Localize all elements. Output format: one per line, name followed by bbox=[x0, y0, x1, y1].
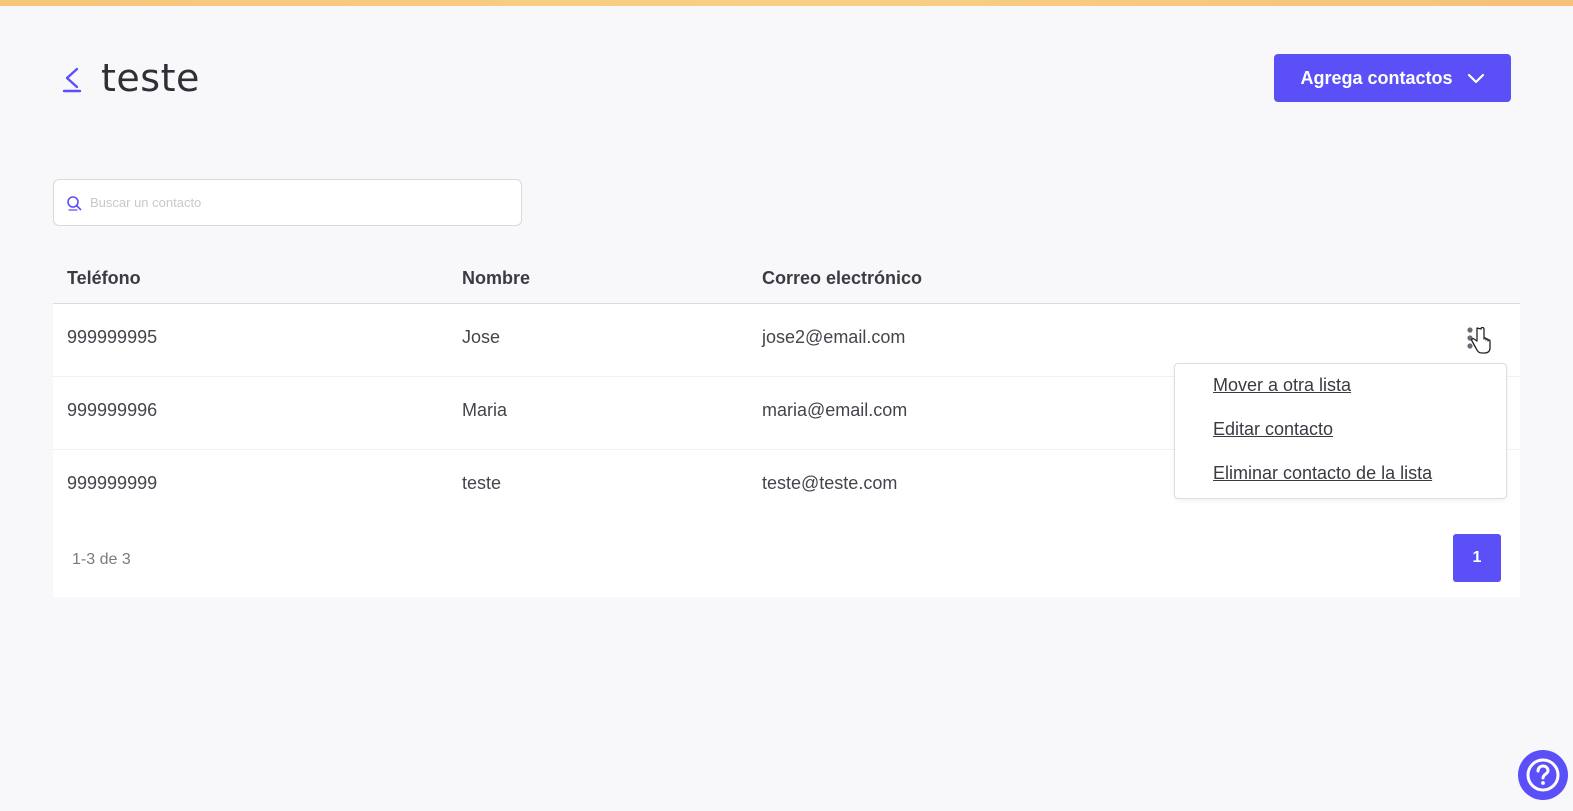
cell-phone: 999999999 bbox=[67, 473, 158, 493]
search-icon bbox=[67, 196, 82, 211]
more-vertical-icon bbox=[1467, 326, 1491, 354]
search-input[interactable] bbox=[90, 180, 510, 225]
pagination-range: 1-3 de 3 bbox=[72, 551, 131, 568]
row-menu-button[interactable] bbox=[1464, 324, 1494, 358]
help-circle-icon bbox=[1526, 758, 1560, 792]
chevron-down-icon bbox=[1467, 73, 1484, 84]
add-contacts-button[interactable]: Agrega contactos bbox=[1274, 54, 1511, 102]
cell-name: Maria bbox=[462, 400, 508, 420]
menu-item-remove-from-list[interactable]: Eliminar contacto de la lista bbox=[1213, 463, 1432, 484]
row-actions-menu: Mover a otra lista Editar contacto Elimi… bbox=[1174, 363, 1507, 499]
cell-name: teste bbox=[462, 473, 502, 493]
cell-email: maria@email.com bbox=[762, 400, 908, 420]
cell-email: teste@teste.com bbox=[762, 473, 898, 493]
table-header: Teléfono Nombre Correo electrónico bbox=[53, 254, 1520, 304]
back-button[interactable] bbox=[60, 64, 84, 94]
page-title: teste bbox=[101, 56, 200, 100]
cell-phone: 999999996 bbox=[67, 400, 158, 420]
cell-name: Jose bbox=[462, 327, 501, 347]
column-header-name: Nombre bbox=[462, 268, 531, 288]
chevron-left-icon bbox=[62, 67, 82, 93]
menu-item-move-to-list[interactable]: Mover a otra lista bbox=[1213, 375, 1351, 396]
search-box bbox=[53, 179, 522, 226]
add-contacts-label: Agrega contactos bbox=[1300, 67, 1453, 88]
cell-email: jose2@email.com bbox=[762, 327, 906, 347]
pagination-bar: 1-3 de 3 1 bbox=[53, 521, 1520, 597]
help-button[interactable] bbox=[1518, 750, 1568, 800]
cell-phone: 999999995 bbox=[67, 327, 158, 347]
column-header-email: Correo electrónico bbox=[762, 268, 923, 288]
page-header: teste Agrega contactos bbox=[0, 0, 1573, 130]
page-button-1[interactable]: 1 bbox=[1453, 534, 1501, 582]
column-header-phone: Teléfono bbox=[67, 268, 141, 288]
menu-item-edit-contact[interactable]: Editar contacto bbox=[1213, 419, 1333, 440]
